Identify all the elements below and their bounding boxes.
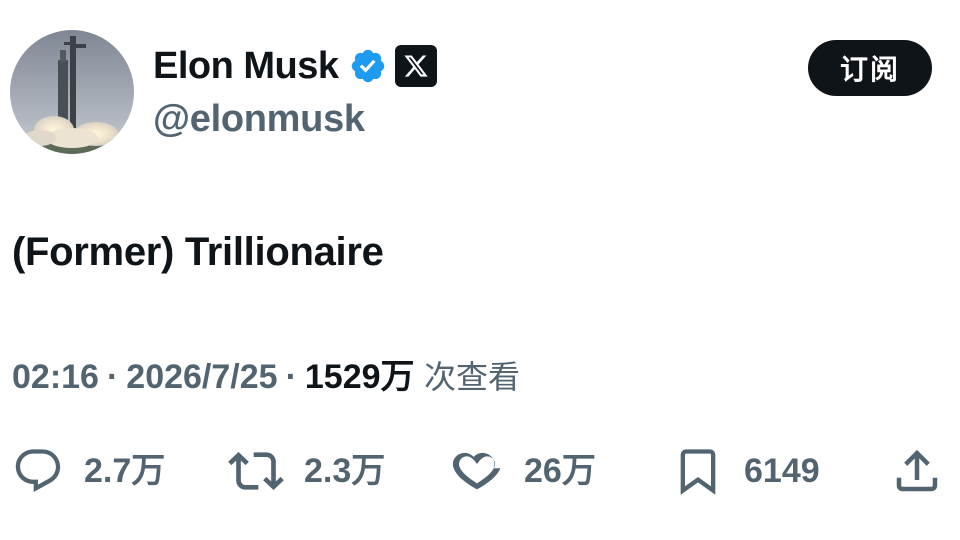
verified-badge-icon[interactable] bbox=[349, 47, 387, 85]
tweet-date[interactable]: 2026/7/25 bbox=[126, 358, 277, 396]
bookmark-icon bbox=[680, 449, 716, 495]
action-bar: 2.7万 2.3万 26万 6149 bbox=[0, 436, 960, 506]
view-count-suffix: 次查看 bbox=[423, 358, 520, 396]
bookmark-button[interactable]: 6149 bbox=[672, 436, 820, 506]
heart-icon bbox=[452, 452, 501, 490]
reply-count: 2.7万 bbox=[84, 452, 166, 490]
x-logo-icon bbox=[394, 45, 437, 87]
bookmark-count: 6149 bbox=[744, 452, 820, 490]
avatar[interactable] bbox=[10, 30, 134, 154]
tweet-meta: 02:16 · 2026/7/25 · 1529万 次查看 bbox=[12, 352, 520, 402]
separator-dot: · bbox=[285, 358, 297, 396]
like-count: 26万 bbox=[524, 452, 596, 490]
share-button[interactable] bbox=[890, 436, 944, 506]
author-handle[interactable]: @elonmusk bbox=[153, 96, 365, 142]
repost-count: 2.3万 bbox=[304, 452, 386, 490]
reply-icon bbox=[15, 449, 61, 492]
view-count: 1529万 bbox=[304, 358, 415, 396]
share-icon bbox=[896, 449, 938, 492]
repost-button[interactable]: 2.3万 bbox=[228, 436, 385, 506]
reply-button[interactable]: 2.7万 bbox=[12, 436, 165, 506]
tweet-time[interactable]: 02:16 bbox=[12, 358, 99, 396]
repost-icon bbox=[228, 452, 284, 490]
author-name[interactable]: Elon Musk bbox=[153, 42, 339, 90]
author-name-row: Elon Musk bbox=[153, 42, 437, 90]
like-button[interactable]: 26万 bbox=[450, 436, 596, 506]
subscribe-button[interactable]: 订阅 bbox=[808, 40, 932, 96]
separator-dot: · bbox=[106, 358, 119, 396]
tweet-text: (Former) Trillionaire bbox=[12, 230, 384, 274]
